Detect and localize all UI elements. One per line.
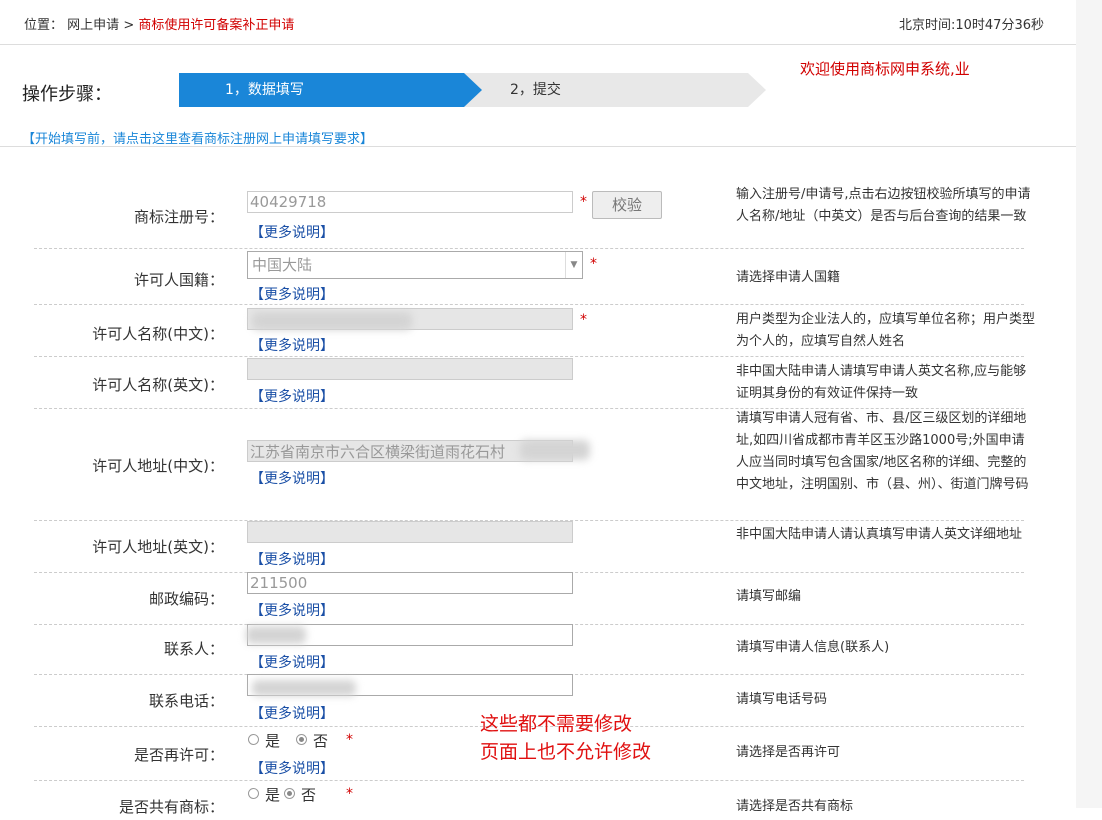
radio-yes-label: 是 bbox=[265, 786, 281, 804]
relicense-no-radio[interactable]: 否 bbox=[296, 730, 328, 751]
nationality-select-value: 中国大陆 bbox=[252, 256, 313, 274]
verify-button[interactable]: 校验 bbox=[592, 191, 662, 219]
radio-icon bbox=[248, 734, 259, 745]
row-shared-mark: 是否共有商标： 是 否 * 请选择是否共有商标 bbox=[34, 780, 1024, 820]
radio-icon bbox=[248, 788, 259, 799]
step-data-entry: 1，数据填写 bbox=[179, 73, 482, 107]
annotation-line-2: 页面上也不允许修改 bbox=[480, 741, 652, 763]
redacted-blur bbox=[252, 680, 356, 696]
reg-no-hint: 输入注册号/申请号,点击右边按钮校验所填写的申请人名称/地址（中英文）是否与后台… bbox=[736, 187, 1031, 224]
postcode-input[interactable] bbox=[247, 572, 573, 594]
row-reg-no: 商标注册号： * 校验 【更多说明】 输入注册号/申请号,点击右边按钮校验所填写… bbox=[34, 182, 1031, 249]
welcome-message: 欢迎使用商标网申系统,业 bbox=[800, 60, 970, 78]
addr-cn-label: 许可人地址(中文)： bbox=[92, 457, 224, 475]
name-cn-hint: 用户类型为企业法人的，应填写单位名称；用户类型为个人的，应填写自然人姓名 bbox=[736, 312, 1036, 349]
more-info-link[interactable]: 【更多说明】 bbox=[250, 600, 334, 620]
phone-label: 联系电话： bbox=[148, 692, 224, 710]
shared-label: 是否共有商标： bbox=[118, 798, 224, 816]
step-data-entry-label: 1，数据填写 bbox=[225, 82, 304, 98]
name-en-hint: 非中国大陆申请人请填写申请人英文名称,应与能够证明其身份的有效证件保持一致 bbox=[736, 364, 1027, 401]
row-name-en: 许可人名称(英文)： 【更多说明】 非中国大陆申请人请填写申请人英文名称,应与能… bbox=[34, 356, 1026, 409]
top-bar: 位置： 网上申请 > 商标使用许可备案补正申请 北京时间:10时47分36秒 bbox=[0, 0, 1076, 45]
more-info-link[interactable]: 【更多说明】 bbox=[250, 758, 334, 778]
name-en-input[interactable] bbox=[247, 358, 573, 380]
nationality-label: 许可人国籍： bbox=[133, 271, 224, 289]
contact-label: 联系人： bbox=[163, 640, 224, 658]
reg-no-label: 商标注册号： bbox=[133, 208, 224, 226]
postcode-label: 邮政编码： bbox=[148, 590, 224, 608]
addr-cn-hint: 请填写申请人冠有省、市、县/区三级区划的详细地址,如四川省成都市青羊区玉沙路10… bbox=[736, 411, 1029, 492]
step-submit: 2，提交 bbox=[464, 73, 766, 107]
annotation-line-1: 这些都不需要修改 bbox=[480, 713, 633, 735]
nationality-hint: 请选择申请人国籍 bbox=[736, 270, 841, 285]
breadcrumb: 位置： 网上申请 > 商标使用许可备案补正申请 bbox=[24, 14, 294, 33]
step-arrow-shape bbox=[464, 73, 482, 107]
contact-hint: 请填写申请人信息(联系人) bbox=[736, 640, 890, 655]
phone-hint: 请填写电话号码 bbox=[736, 692, 828, 707]
radio-checked-icon bbox=[296, 734, 307, 745]
name-en-label: 许可人名称(英文)： bbox=[92, 376, 224, 394]
shared-yes-radio[interactable]: 是 bbox=[248, 784, 280, 805]
required-mark: * bbox=[580, 312, 587, 328]
divider bbox=[0, 146, 1076, 147]
row-contact: 联系人： 【更多说明】 请填写申请人信息(联系人) bbox=[34, 624, 1024, 675]
requirements-link[interactable]: 【开始填写前，请点击这里查看商标注册网上申请填写要求】 bbox=[22, 128, 373, 147]
required-mark: * bbox=[590, 256, 597, 272]
breadcrumb-prefix: 位置： bbox=[24, 18, 64, 33]
nationality-select[interactable]: 中国大陆 ▼ bbox=[247, 251, 583, 279]
postcode-hint: 请填写邮编 bbox=[736, 589, 802, 604]
redacted-blur bbox=[520, 440, 590, 460]
page-right-margin bbox=[1076, 0, 1102, 808]
chevron-down-icon: ▼ bbox=[565, 252, 582, 278]
row-postcode: 邮政编码： 【更多说明】 请填写邮编 bbox=[34, 572, 1024, 625]
required-mark: * bbox=[346, 732, 353, 748]
shared-no-radio[interactable]: 否 bbox=[284, 784, 316, 805]
relicense-yes-radio[interactable]: 是 bbox=[248, 730, 280, 751]
relicense-hint: 请选择是否再许可 bbox=[736, 745, 841, 760]
redacted-blur bbox=[252, 312, 412, 330]
more-info-link[interactable]: 【更多说明】 bbox=[250, 222, 334, 242]
row-addr-en: 许可人地址(英文)： 【更多说明】 非中国大陆申请人请认真填写申请人英文详细地址 bbox=[34, 520, 1024, 573]
breadcrumb-separator: > bbox=[123, 18, 135, 33]
row-addr-cn: 许可人地址(中文)： 江苏省南京市六合区横梁街道雨花石村 【更多说明】 请填写申… bbox=[34, 408, 1029, 521]
row-name-cn: 许可人名称(中文)： * 【更多说明】 用户类型为企业法人的，应填写单位名称；用… bbox=[34, 304, 1035, 357]
more-info-link[interactable]: 【更多说明】 bbox=[250, 284, 334, 304]
annotation-note: 这些都不需要修改 页面上也不允许修改 bbox=[480, 710, 651, 766]
addr-en-label: 许可人地址(英文)： bbox=[92, 538, 224, 556]
row-nationality: 许可人国籍： 中国大陆 ▼ * 【更多说明】 请选择申请人国籍 bbox=[34, 248, 1024, 305]
addr-en-input[interactable] bbox=[247, 521, 573, 543]
breadcrumb-current: 商标使用许可备案补正申请 bbox=[138, 18, 295, 33]
step-submit-label: 2，提交 bbox=[510, 82, 561, 98]
more-info-link[interactable]: 【更多说明】 bbox=[250, 386, 334, 406]
required-mark: * bbox=[580, 194, 587, 210]
relicense-label: 是否再许可： bbox=[133, 746, 224, 764]
redacted-blur bbox=[246, 626, 306, 644]
more-info-link[interactable]: 【更多说明】 bbox=[250, 703, 334, 723]
more-info-link[interactable]: 【更多说明】 bbox=[250, 549, 334, 569]
radio-no-label: 否 bbox=[301, 786, 317, 804]
required-mark: * bbox=[346, 786, 353, 802]
radio-no-label: 否 bbox=[313, 732, 329, 750]
step-arrow-shape bbox=[748, 73, 766, 107]
shared-hint: 请选择是否共有商标 bbox=[736, 799, 854, 814]
reg-no-input[interactable] bbox=[247, 191, 573, 213]
more-info-link[interactable]: 【更多说明】 bbox=[250, 652, 334, 672]
addr-en-hint: 非中国大陆申请人请认真填写申请人英文详细地址 bbox=[736, 527, 1023, 542]
more-info-link[interactable]: 【更多说明】 bbox=[250, 335, 334, 355]
breadcrumb-home-link[interactable]: 网上申请 bbox=[67, 18, 119, 33]
name-cn-label: 许可人名称(中文)： bbox=[92, 325, 224, 343]
beijing-clock: 北京时间:10时47分36秒 bbox=[898, 18, 1044, 33]
steps-label: 操作步骤： bbox=[22, 84, 112, 105]
radio-yes-label: 是 bbox=[265, 732, 281, 750]
radio-checked-icon bbox=[284, 788, 295, 799]
more-info-link[interactable]: 【更多说明】 bbox=[250, 468, 334, 488]
